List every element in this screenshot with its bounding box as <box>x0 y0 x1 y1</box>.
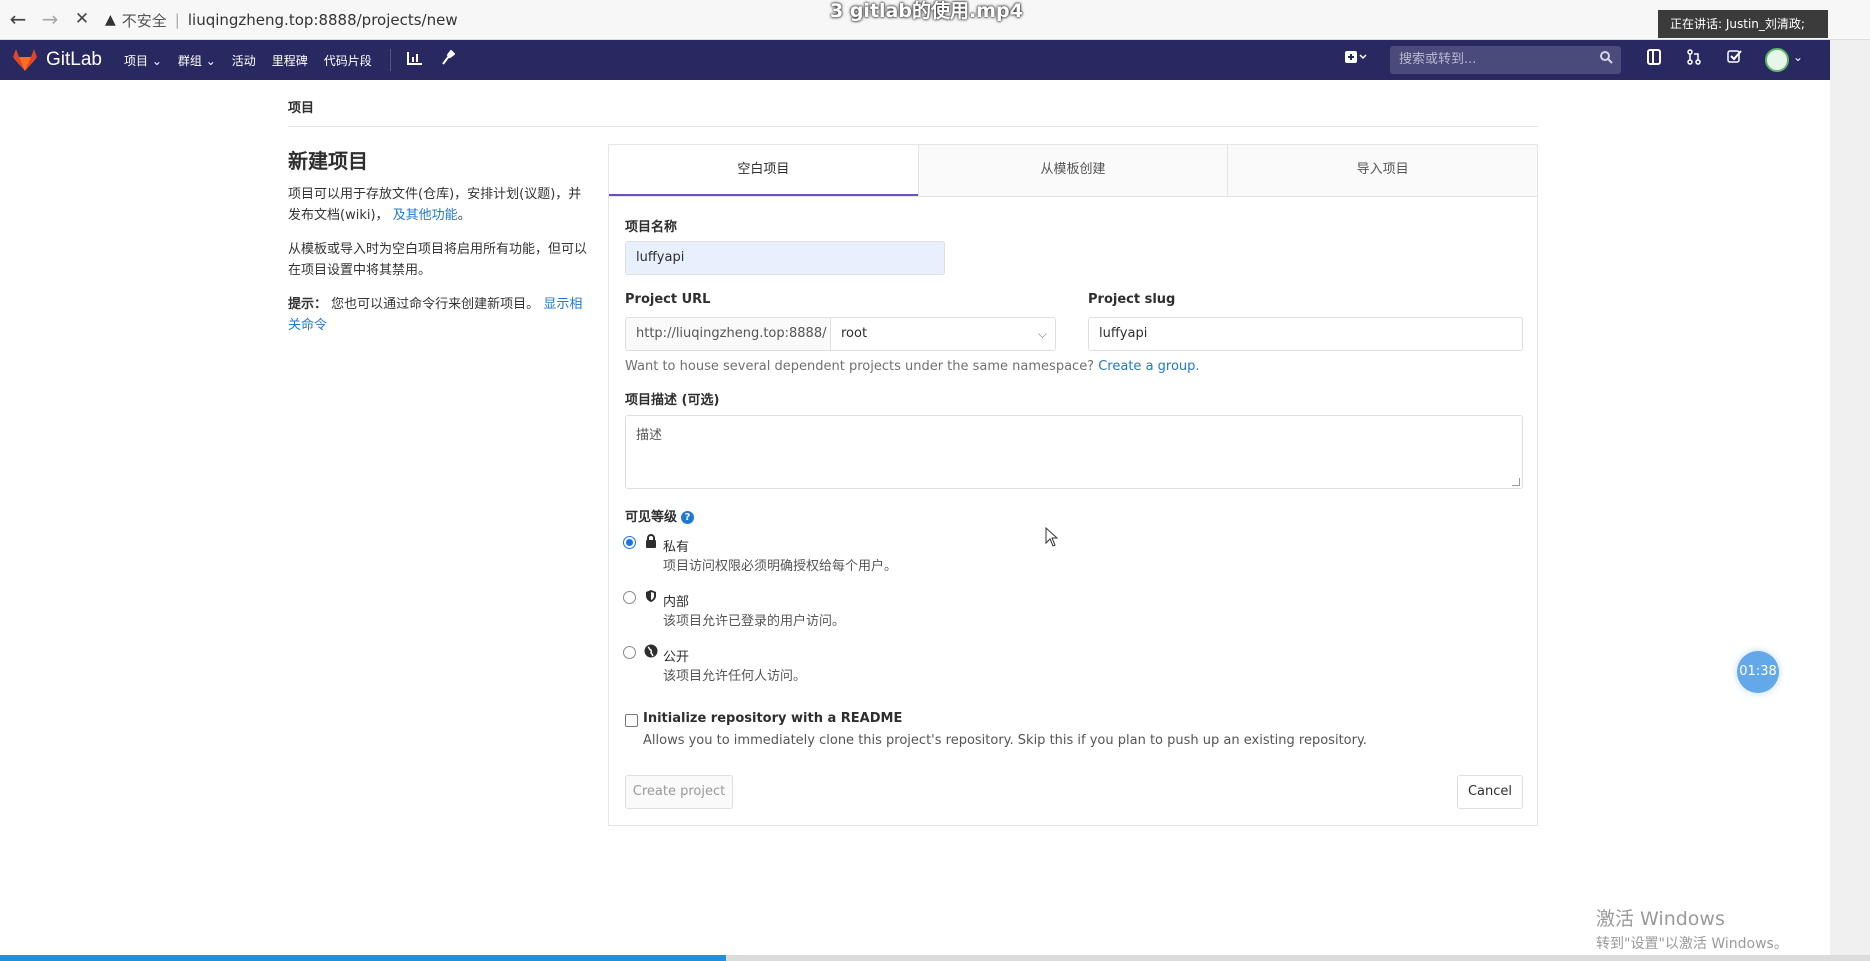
todo-icon[interactable] <box>1727 49 1742 68</box>
gitlab-logo[interactable]: GitLab <box>12 48 102 72</box>
main-nav: 项目 ⌄ 群组 ⌄ 活动 里程碑 代码片段 <box>124 40 473 80</box>
radio-internal[interactable] <box>623 591 636 604</box>
radio-public[interactable] <box>623 646 636 659</box>
watermark-line2: 转到"设置"以激活 Windows。 <box>1596 936 1788 952</box>
windows-activation-watermark: 激活 Windows 转到"设置"以激活 Windows。 <box>1596 904 1788 953</box>
breadcrumb-divider <box>288 126 1538 127</box>
create-project-button[interactable]: Create project <box>625 775 733 809</box>
more-features-link[interactable]: 及其他功能 <box>393 208 458 223</box>
plus-square-icon[interactable] <box>1345 50 1367 68</box>
search-input[interactable]: 搜索或转到... <box>1390 46 1621 74</box>
project-slug-input[interactable]: luffyapi <box>1088 317 1523 351</box>
page-right-gutter <box>1830 40 1870 961</box>
visibility-title: 内部 <box>663 595 690 610</box>
nav-groups[interactable]: 群组 ⌄ <box>178 52 216 69</box>
project-name-input[interactable]: luffyapi <box>625 241 945 275</box>
project-slug-label: Project slug <box>1088 292 1176 307</box>
nav-activity[interactable]: 活动 <box>232 52 256 69</box>
namespace-select[interactable]: root ⌵ <box>830 317 1056 351</box>
tip-text: 您也可以通过命令行来创建新项目。 <box>331 297 540 312</box>
warning-icon: ▲ <box>105 12 116 28</box>
address-bar[interactable]: ▲ 不安全 | liuqingzheng.top:8888/projects/n… <box>105 7 458 33</box>
group-help: Want to house several dependent projects… <box>625 359 1095 374</box>
chart-icon[interactable] <box>406 51 423 69</box>
url-text: liuqingzheng.top:8888/projects/new <box>187 11 458 29</box>
lock-icon <box>643 534 659 552</box>
nav-divider <box>389 49 391 71</box>
video-title: 3 gitlab的使用.mp4 <box>830 0 1023 22</box>
gitlab-brand: GitLab <box>46 49 102 70</box>
intro-tip: 提示： 您也可以通过命令行来创建新项目。 显示相关命令 <box>288 294 588 336</box>
help-icon[interactable]: ? <box>681 511 695 524</box>
intro-template-note: 从模板或导入时为空白项目将启用所有功能，但可以在项目设置中将其禁用。 <box>288 242 588 278</box>
url-separator: | <box>174 11 180 29</box>
chevron-down-icon[interactable]: ⌄ <box>1793 50 1803 64</box>
tanuki-icon <box>13 49 37 71</box>
back-button[interactable]: ← <box>6 8 30 32</box>
video-progress-fill <box>0 955 726 961</box>
readme-label[interactable]: Initialize repository with a README <box>643 711 902 726</box>
project-url-prefix: http://liuqingzheng.top:8888/ <box>625 317 830 351</box>
group-help-text: Want to house several dependent projects… <box>625 359 1200 374</box>
mouse-cursor-icon <box>1045 526 1059 552</box>
readme-help: Allows you to immediately clone this pro… <box>643 733 1367 748</box>
recording-timer[interactable]: 01:38 <box>1737 651 1779 693</box>
shield-icon <box>643 589 659 607</box>
speaker-indicator: 正在讲话: Justin_刘清政; <box>1658 10 1828 38</box>
project-name-label: 项目名称 <box>625 220 678 235</box>
insecure-label: 不安全 <box>121 11 167 30</box>
merge-request-icon[interactable] <box>1687 49 1701 69</box>
visibility-title: 私有 <box>663 540 690 555</box>
intro-column: 新建项目 项目可以用于存放文件(仓库)，安排计划(议题)，并发布文档(wiki)… <box>288 145 588 349</box>
project-url-label: Project URL <box>625 292 711 307</box>
radio-private[interactable] <box>623 536 636 549</box>
avatar[interactable] <box>1765 48 1789 72</box>
tab-from-template[interactable]: 从模板创建 <box>917 145 1228 196</box>
create-group-link[interactable]: Create a group. <box>1098 359 1199 374</box>
cancel-button[interactable]: Cancel <box>1457 775 1523 809</box>
sidebar-icon[interactable] <box>1647 49 1661 69</box>
resize-handle[interactable] <box>1512 478 1520 486</box>
tip-label: 提示： <box>288 297 328 312</box>
stop-loading-button[interactable]: ✕ <box>70 8 94 32</box>
nav-milestones[interactable]: 里程碑 <box>272 52 308 69</box>
nav-projects[interactable]: 项目 ⌄ <box>124 52 162 69</box>
project-tabs: 空白项目 从模板创建 导入项目 <box>609 145 1537 197</box>
visibility-desc: 该项目允许任何人访问。 <box>663 669 807 684</box>
chevron-down-icon: ⌵ <box>1037 327 1047 341</box>
readme-checkbox[interactable] <box>625 714 638 727</box>
forward-button[interactable]: → <box>38 8 62 32</box>
wrench-icon[interactable] <box>441 49 456 70</box>
namespace-value: root <box>841 326 868 341</box>
visibility-title: 公开 <box>663 650 690 665</box>
tab-blank-project[interactable]: 空白项目 <box>609 145 918 196</box>
search-icon <box>1600 46 1613 74</box>
description-label: 项目描述 (可选) <box>625 393 720 408</box>
visibility-desc: 该项目允许已登录的用户访问。 <box>663 614 846 629</box>
search-placeholder: 搜索或转到... <box>1399 52 1477 67</box>
breadcrumb[interactable]: 项目 <box>288 97 314 116</box>
visibility-desc: 项目访问权限必须明确授权给每个用户。 <box>663 559 898 574</box>
intro-description: 项目可以用于存放文件(仓库)，安排计划(议题)，并发布文档(wiki)， 及其他… <box>288 184 588 226</box>
description-placeholder: 描述 <box>636 428 663 443</box>
visibility-label-text: 可见等级 <box>625 510 678 525</box>
nav-snippets[interactable]: 代码片段 <box>324 52 372 69</box>
page-title: 新建项目 <box>288 149 368 173</box>
watermark-line1: 激活 Windows <box>1596 908 1725 930</box>
globe-icon <box>643 644 659 662</box>
gitlab-navbar: GitLab 项目 ⌄ 群组 ⌄ 活动 里程碑 代码片段 搜索或转到... ⌄ <box>0 40 1830 80</box>
description-textarea[interactable]: 描述 <box>625 415 1523 489</box>
visibility-label: 可见等级? <box>625 506 695 525</box>
browser-toolbar: ← → ✕ ▲ 不安全 | liuqingzheng.top:8888/proj… <box>0 0 1870 40</box>
new-project-panel: 空白项目 从模板创建 导入项目 项目名称 luffyapi Project UR… <box>608 144 1538 826</box>
intro-text-end: 。 <box>457 208 471 223</box>
video-progress-bar[interactable] <box>0 955 1870 961</box>
tab-import-project[interactable]: 导入项目 <box>1227 145 1537 196</box>
